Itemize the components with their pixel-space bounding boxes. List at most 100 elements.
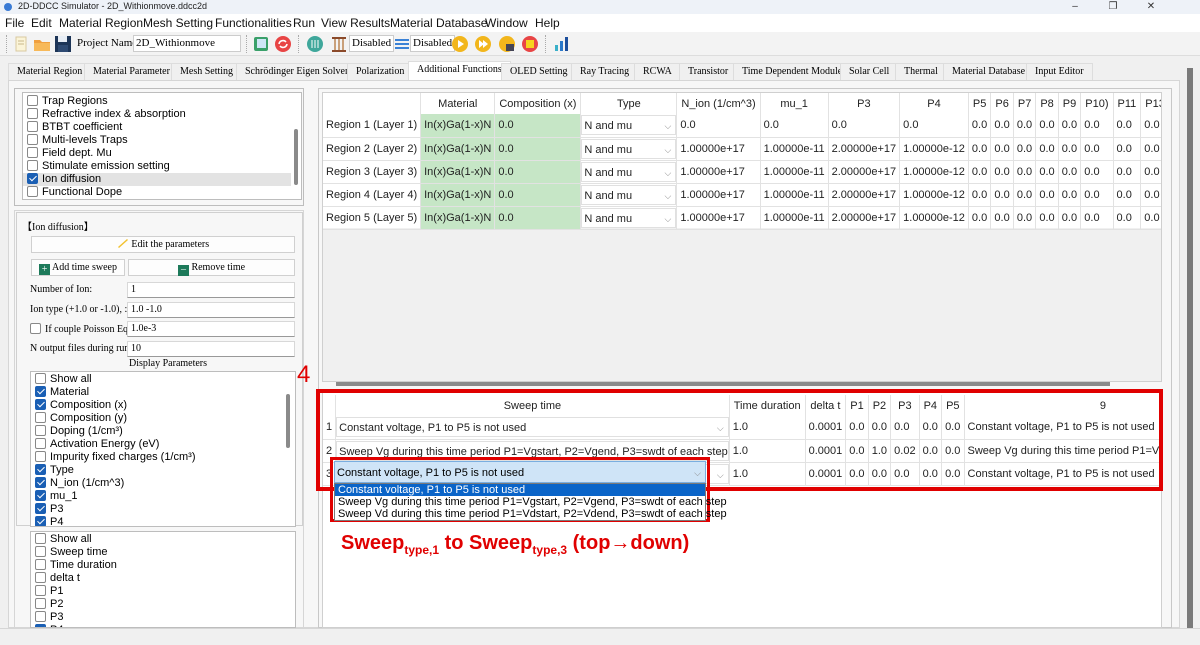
menu-window[interactable]: Window bbox=[485, 16, 528, 30]
param-cell[interactable]: 0.0 bbox=[1080, 160, 1114, 184]
p4-cell[interactable]: 1.00000e-12 bbox=[899, 137, 969, 161]
sweep-display-param-item[interactable]: delta t bbox=[31, 572, 283, 585]
sweep-display-param-checkbox[interactable] bbox=[35, 598, 46, 609]
couple-poisson-checkbox[interactable] bbox=[30, 323, 41, 334]
reload-icon[interactable] bbox=[274, 35, 292, 53]
type-dropdown[interactable]: N and mu ⌵ bbox=[581, 115, 677, 136]
mu1-cell[interactable]: 1.00000e-11 bbox=[760, 137, 829, 161]
function-list-item[interactable]: Field dept. Mu bbox=[23, 147, 291, 160]
tab-polarization[interactable]: Polarization bbox=[347, 63, 414, 80]
function-list-checkbox[interactable] bbox=[27, 147, 38, 158]
couple-poisson-input[interactable]: 1.0e-3 bbox=[127, 321, 295, 337]
tab-mesh-setting[interactable]: Mesh Setting bbox=[171, 63, 243, 80]
material-cell[interactable]: In(x)Ga(1-x)N bbox=[420, 160, 496, 184]
run-all-icon[interactable] bbox=[474, 35, 492, 53]
display-param-item[interactable]: mu_1 bbox=[31, 490, 283, 503]
ion-type-input[interactable]: 1.0 -1.0 bbox=[127, 302, 295, 318]
function-list-item[interactable]: Multi-levels Traps bbox=[23, 134, 291, 147]
display-param-item[interactable]: N_ion (1/cm^3) bbox=[31, 477, 283, 490]
sweep-display-param-checkbox[interactable] bbox=[35, 585, 46, 596]
tab-thermal[interactable]: Thermal bbox=[895, 63, 947, 80]
column-header[interactable]: Composition (x) bbox=[494, 93, 582, 114]
tab-ray-tracing[interactable]: Ray Tracing bbox=[571, 63, 639, 80]
type-dropdown[interactable]: N and mu ⌵ bbox=[581, 161, 677, 182]
menu-run[interactable]: Run bbox=[293, 16, 315, 30]
row-header[interactable]: Region 2 (Layer 2) bbox=[323, 137, 422, 161]
tab-input-editor[interactable]: Input Editor bbox=[1026, 63, 1093, 80]
param-cell[interactable]: 0.0 bbox=[1140, 160, 1161, 184]
display-param-checkbox[interactable] bbox=[35, 425, 46, 436]
param-cell[interactable]: 0.0 bbox=[1113, 114, 1142, 138]
p4-cell[interactable]: 1.00000e-12 bbox=[899, 183, 969, 207]
type-dropdown[interactable]: N and mu ⌵ bbox=[581, 184, 677, 205]
column-header[interactable]: P8 bbox=[1035, 93, 1059, 114]
param-cell[interactable]: 0.0 bbox=[968, 183, 992, 207]
param-cell[interactable]: 0.0 bbox=[1013, 183, 1037, 207]
param-cell[interactable]: 0.0 bbox=[1013, 160, 1037, 184]
column-header[interactable]: P3 bbox=[828, 93, 901, 114]
display-param-item[interactable]: P3 bbox=[31, 503, 283, 516]
param-cell[interactable]: 0.0 bbox=[1140, 183, 1161, 207]
param-cell[interactable]: 0.0 bbox=[990, 206, 1014, 230]
p3-cell[interactable]: 2.00000e+17 bbox=[828, 160, 901, 184]
disabled-field-1[interactable]: Disabled bbox=[349, 35, 395, 52]
composition-cell[interactable]: 0.0 bbox=[494, 183, 582, 207]
display-param-checkbox[interactable] bbox=[35, 464, 46, 475]
p3-cell[interactable]: 2.00000e+17 bbox=[828, 206, 901, 230]
p3-cell[interactable]: 0.0 bbox=[828, 114, 901, 138]
save-icon[interactable] bbox=[54, 35, 72, 53]
param-cell[interactable]: 0.0 bbox=[1035, 183, 1059, 207]
type-cell[interactable]: N and mu ⌵ bbox=[580, 183, 678, 207]
display-param-checkbox[interactable] bbox=[35, 399, 46, 410]
param-cell[interactable]: 0.0 bbox=[1080, 206, 1114, 230]
param-cell[interactable]: 0.0 bbox=[1035, 137, 1059, 161]
n-ion-cell[interactable]: 1.00000e+17 bbox=[676, 137, 761, 161]
column-header[interactable]: P5 bbox=[968, 93, 992, 114]
display-param-checkbox[interactable] bbox=[35, 490, 46, 501]
dropdown-option-sweep-vd[interactable]: Sweep Vd during this time period P1=Vdst… bbox=[335, 508, 727, 520]
open-folder-icon[interactable] bbox=[33, 35, 51, 53]
sweep-display-param-item[interactable]: Show all bbox=[31, 533, 283, 546]
function-list-checkbox[interactable] bbox=[27, 134, 38, 145]
tab-additional-functions[interactable]: Additional Functions bbox=[408, 61, 511, 80]
menu-material-region[interactable]: Material Region bbox=[59, 16, 143, 30]
menu-view-results[interactable]: View Results bbox=[321, 16, 390, 30]
display-param-checkbox[interactable] bbox=[35, 516, 46, 526]
tab-solar-cell[interactable]: Solar Cell bbox=[840, 63, 899, 80]
type-cell[interactable]: N and mu ⌵ bbox=[580, 114, 678, 138]
function-list-item[interactable]: Ion diffusion bbox=[23, 173, 291, 186]
param-cell[interactable]: 0.0 bbox=[1140, 114, 1161, 138]
function-list-checkbox[interactable] bbox=[27, 173, 38, 184]
sweep-display-param-item[interactable]: P2 bbox=[31, 598, 283, 611]
tab-transistor[interactable]: Transistor bbox=[679, 63, 738, 80]
column-header[interactable]: Type bbox=[580, 93, 678, 114]
sweep-display-param-checkbox[interactable] bbox=[35, 546, 46, 557]
mu1-cell[interactable]: 1.00000e-11 bbox=[760, 206, 829, 230]
function-list-scrollbar-thumb[interactable] bbox=[294, 129, 298, 185]
remove-time-button[interactable]: – Remove time bbox=[128, 259, 295, 276]
dropdown-option-sweep-vg[interactable]: Sweep Vg during this time period P1=Vgst… bbox=[335, 496, 727, 508]
display-list-regions-scrollbar-thumb[interactable] bbox=[286, 394, 290, 448]
region-table-horizontal-scrollbar[interactable] bbox=[336, 382, 1110, 386]
column-header[interactable]: P9 bbox=[1058, 93, 1082, 114]
menu-edit[interactable]: Edit bbox=[31, 16, 52, 30]
row-header[interactable]: Region 1 (Layer 1) bbox=[323, 114, 422, 138]
mu1-cell[interactable]: 0.0 bbox=[760, 114, 829, 138]
param-cell[interactable]: 0.0 bbox=[1013, 137, 1037, 161]
p4-cell[interactable]: 1.00000e-12 bbox=[899, 206, 969, 230]
param-cell[interactable]: 0.0 bbox=[968, 206, 992, 230]
column-structure-icon[interactable] bbox=[330, 35, 348, 53]
param-cell[interactable]: 0.0 bbox=[1080, 114, 1114, 138]
tab-schrodinger-eigen-solver[interactable]: Schrödinger Eigen Solver bbox=[236, 63, 358, 80]
tab-material-database[interactable]: Material Database bbox=[943, 63, 1035, 80]
material-cell[interactable]: In(x)Ga(1-x)N bbox=[420, 183, 496, 207]
column-header[interactable]: P7 bbox=[1013, 93, 1037, 114]
number-of-ion-input[interactable]: 1 bbox=[127, 282, 295, 298]
column-header[interactable]: mu_1 bbox=[760, 93, 829, 114]
param-cell[interactable]: 0.0 bbox=[1140, 137, 1161, 161]
mu1-cell[interactable]: 1.00000e-11 bbox=[760, 160, 829, 184]
display-param-checkbox[interactable] bbox=[35, 503, 46, 514]
param-cell[interactable]: 0.0 bbox=[1113, 160, 1142, 184]
sweep-display-param-item[interactable]: Sweep time bbox=[31, 546, 283, 559]
tab-material-region[interactable]: Material Region bbox=[8, 63, 92, 80]
